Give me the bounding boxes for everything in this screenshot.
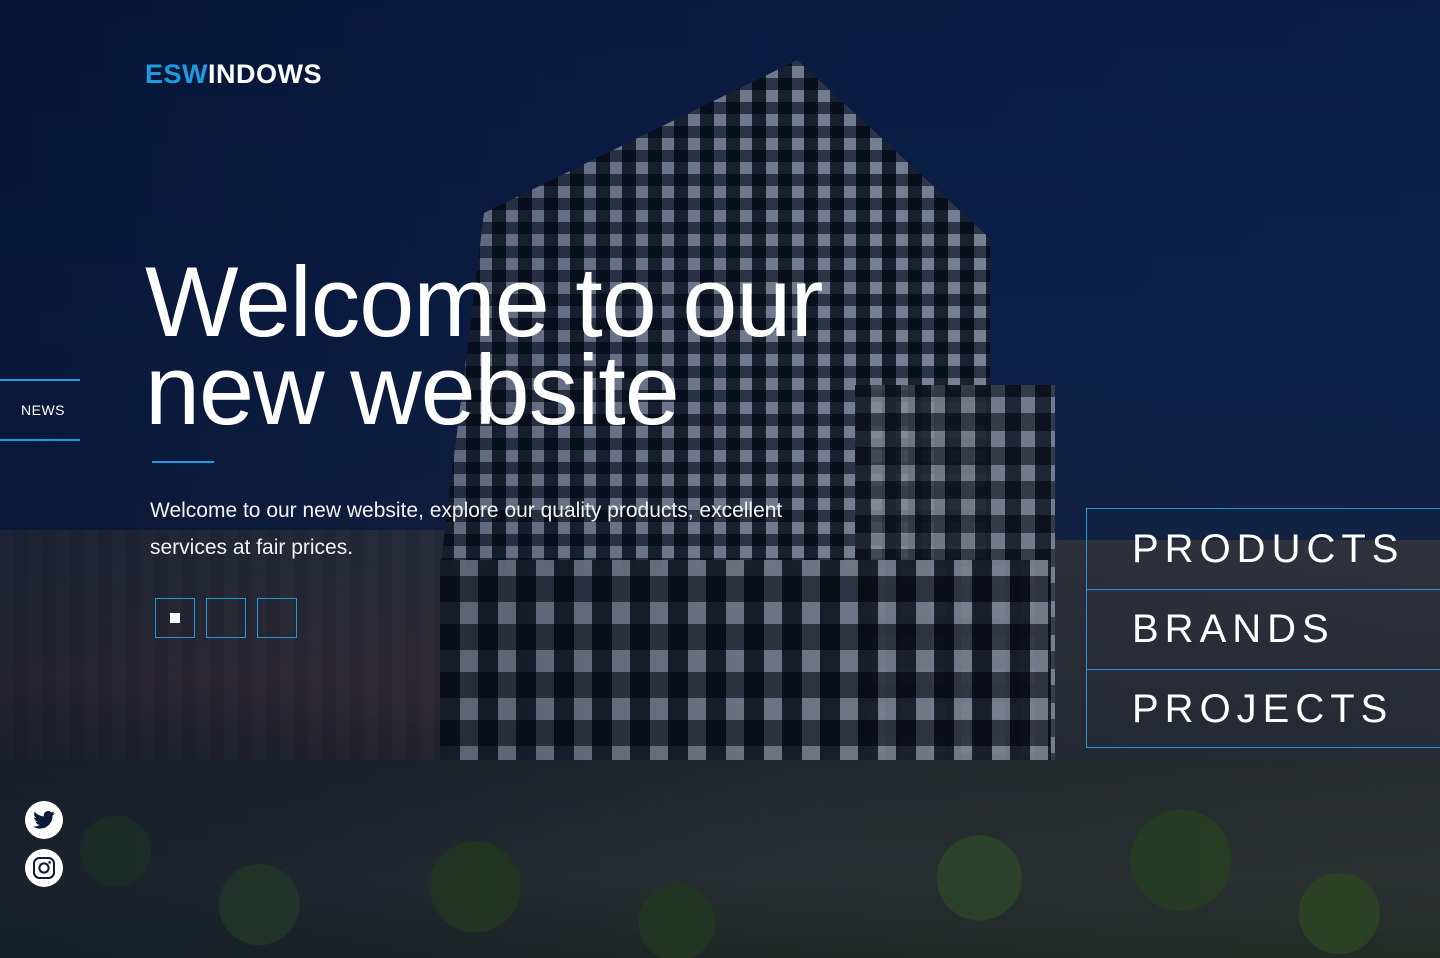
- news-tab-label: NEWS: [21, 402, 65, 418]
- hero-title-line-2: new website: [145, 334, 680, 445]
- hero-title-line-1: Welcome to our: [145, 246, 823, 357]
- background-overlay: [0, 0, 1440, 958]
- nav-item-label: BRANDS: [1132, 607, 1335, 651]
- nav-item-label: PRODUCTS: [1132, 526, 1405, 571]
- twitter-icon: [33, 811, 55, 829]
- nav-item-brands[interactable]: BRANDS: [1087, 589, 1440, 669]
- slider-dot-3[interactable]: [257, 598, 297, 638]
- nav-item-label: PROJECTS: [1132, 687, 1394, 731]
- slider-dot-active-indicator: [170, 613, 180, 623]
- instagram-link[interactable]: [25, 849, 63, 887]
- site-logo[interactable]: ESWINDOWS: [145, 59, 322, 89]
- slider-dot-2[interactable]: [206, 598, 246, 638]
- news-tab[interactable]: NEWS: [0, 379, 80, 441]
- slider-dot-1[interactable]: [155, 598, 195, 638]
- nav-item-projects[interactable]: PROJECTS: [1087, 669, 1440, 749]
- logo-accent-text: ESW: [145, 59, 209, 89]
- instagram-icon: [33, 857, 55, 879]
- hero-background-image: [0, 0, 1440, 958]
- hero-divider: [152, 461, 214, 463]
- nav-item-products[interactable]: PRODUCTS: [1087, 509, 1440, 589]
- side-nav: PRODUCTS BRANDS PROJECTS: [1086, 508, 1440, 748]
- slider-pagination: [155, 598, 297, 638]
- twitter-link[interactable]: [25, 801, 63, 839]
- social-links: [25, 801, 63, 887]
- hero-subtitle: Welcome to our new website, explore our …: [150, 499, 783, 559]
- logo-text: INDOWS: [208, 59, 323, 89]
- hero-title: Welcome to our new website: [145, 246, 905, 445]
